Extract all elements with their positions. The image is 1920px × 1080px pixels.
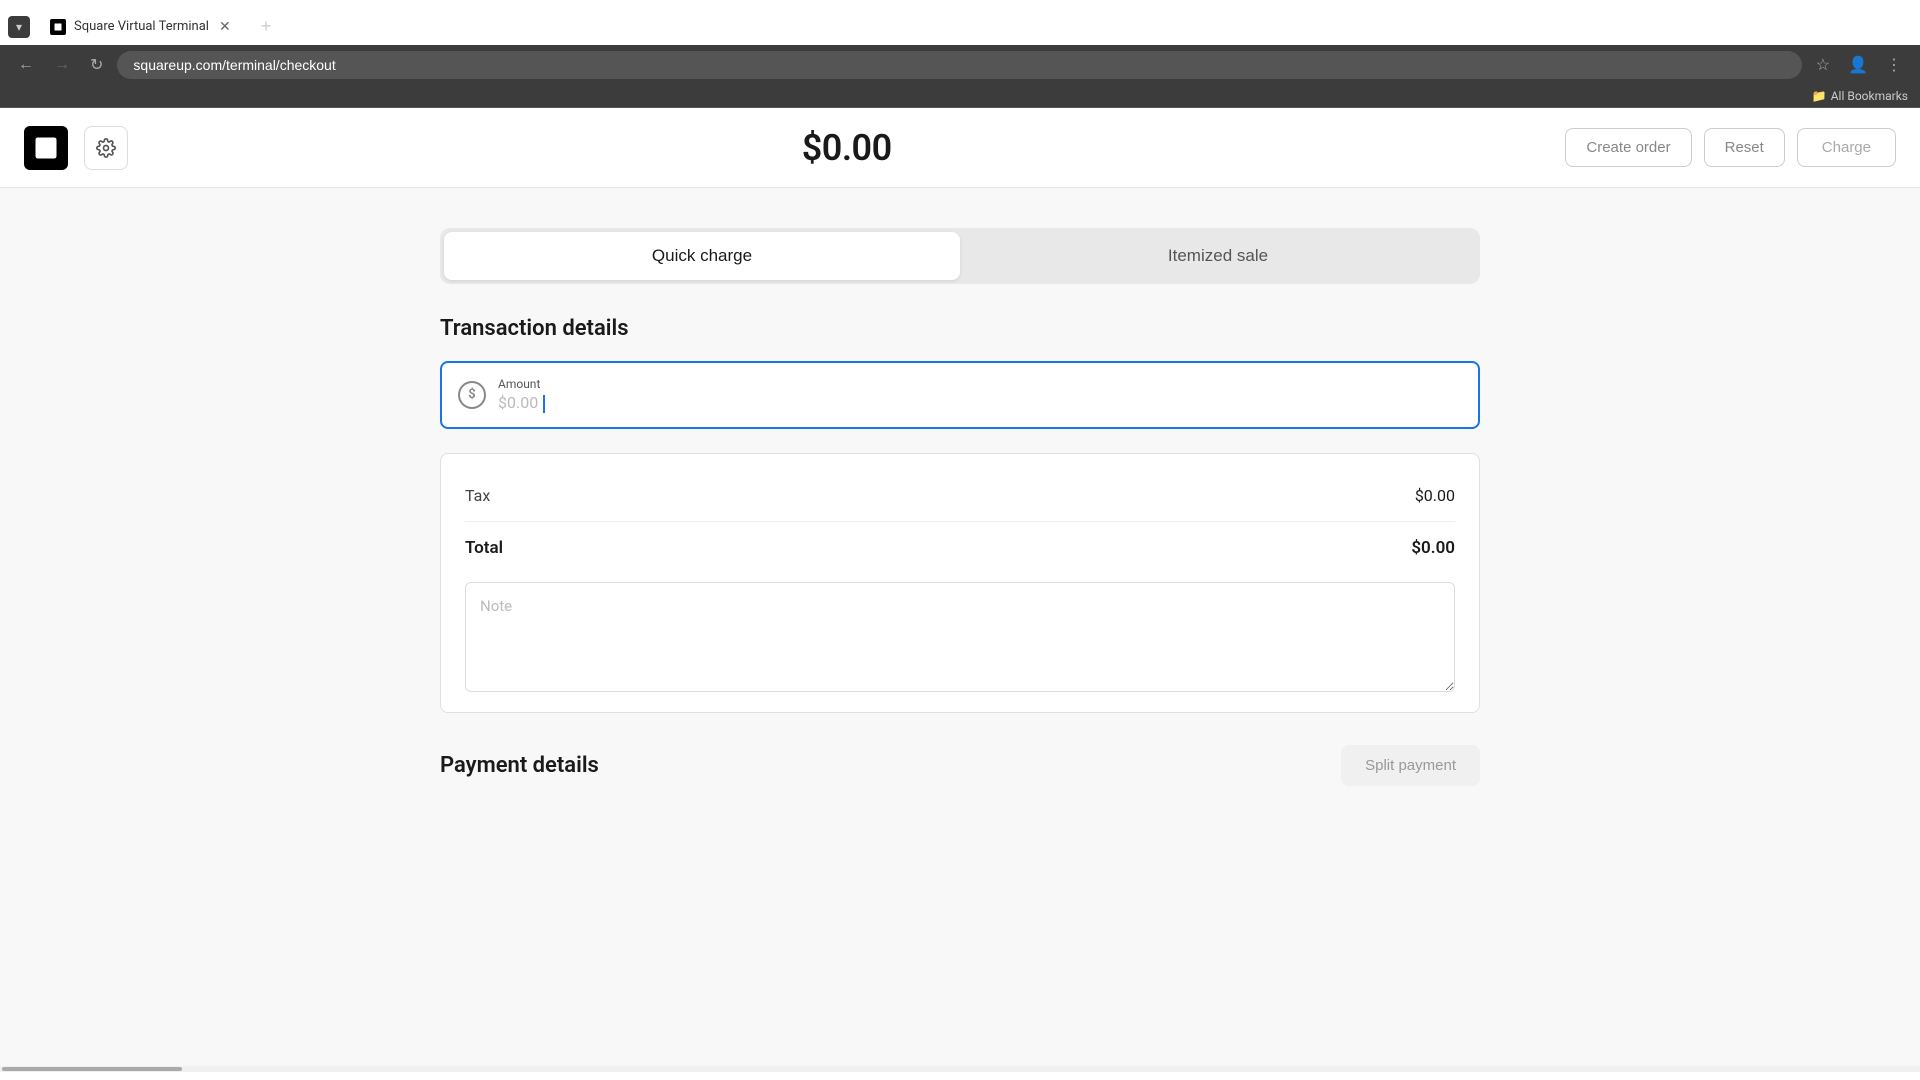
reset-button[interactable]: Reset bbox=[1704, 128, 1785, 167]
tab-switcher-bar: Quick charge Itemized sale bbox=[440, 228, 1480, 284]
profile-button[interactable]: 👤 bbox=[1842, 51, 1874, 79]
bookmark-button[interactable]: ☆ bbox=[1810, 51, 1836, 79]
tab-switcher[interactable]: ▾ bbox=[8, 16, 30, 38]
tab-favicon bbox=[50, 19, 66, 35]
tab-close-button[interactable]: ✕ bbox=[217, 16, 233, 37]
amount-input-value[interactable]: $0.00 bbox=[498, 393, 1462, 413]
tax-label: Tax bbox=[465, 486, 490, 505]
browser-chrome: ▾ Square Virtual Terminal ✕ + ← → ↻ ☆ 👤 … bbox=[0, 0, 1920, 108]
tax-row: Tax $0.00 bbox=[465, 478, 1455, 522]
header-actions: Create order Reset Charge bbox=[1565, 128, 1896, 167]
payment-details-title: Payment details bbox=[440, 753, 599, 778]
tab-title: Square Virtual Terminal bbox=[74, 19, 209, 34]
total-label: Total bbox=[465, 538, 503, 558]
bottom-scrollbar[interactable] bbox=[0, 1066, 1920, 1072]
transaction-details-title: Transaction details bbox=[440, 316, 1480, 341]
total-value: $0.00 bbox=[1411, 538, 1455, 558]
amount-input-wrapper[interactable]: $ Amount $0.00 bbox=[440, 361, 1480, 429]
create-order-button[interactable]: Create order bbox=[1565, 128, 1691, 167]
app-header: $0.00 Create order Reset Charge bbox=[0, 108, 1920, 188]
app-logo bbox=[24, 126, 68, 170]
browser-action-buttons: ☆ 👤 ⋮ bbox=[1810, 51, 1908, 79]
charge-button[interactable]: Charge bbox=[1797, 128, 1896, 167]
tax-value: $0.00 bbox=[1415, 486, 1455, 505]
menu-button[interactable]: ⋮ bbox=[1880, 51, 1908, 79]
bookmarks-label[interactable]: 📁 All Bookmarks bbox=[1812, 89, 1908, 103]
settings-button[interactable] bbox=[84, 126, 128, 170]
header-amount: $0.00 bbox=[128, 127, 1565, 169]
back-button[interactable]: ← bbox=[12, 52, 40, 78]
bookmarks-bar: 📁 All Bookmarks bbox=[0, 85, 1920, 108]
scroll-thumb bbox=[2, 1067, 182, 1071]
total-row: Total $0.00 bbox=[465, 530, 1455, 566]
address-bar[interactable] bbox=[117, 51, 1801, 79]
new-tab-button[interactable]: + bbox=[253, 12, 280, 41]
text-cursor bbox=[543, 395, 545, 413]
payment-details-section: Payment details Split payment bbox=[440, 745, 1480, 786]
browser-tab-active[interactable]: Square Virtual Terminal ✕ bbox=[34, 8, 249, 45]
forward-button[interactable]: → bbox=[48, 52, 76, 78]
browser-toolbar: ← → ↻ ☆ 👤 ⋮ bbox=[0, 45, 1920, 85]
app-content: $0.00 Create order Reset Charge Quick ch… bbox=[0, 108, 1920, 1072]
main-content: Quick charge Itemized sale Transaction d… bbox=[0, 188, 1920, 1066]
summary-box: Tax $0.00 Total $0.00 bbox=[440, 453, 1480, 713]
amount-placeholder: $0.00 bbox=[498, 393, 538, 412]
split-payment-button[interactable]: Split payment bbox=[1341, 745, 1480, 786]
tab-itemized-sale[interactable]: Itemized sale bbox=[960, 232, 1476, 280]
reload-button[interactable]: ↻ bbox=[84, 51, 109, 79]
amount-label: Amount bbox=[498, 377, 1462, 391]
note-input[interactable] bbox=[465, 582, 1455, 692]
tab-quick-charge[interactable]: Quick charge bbox=[444, 232, 960, 280]
amount-input-inner: Amount $0.00 bbox=[498, 377, 1462, 413]
dollar-icon: $ bbox=[458, 381, 486, 409]
